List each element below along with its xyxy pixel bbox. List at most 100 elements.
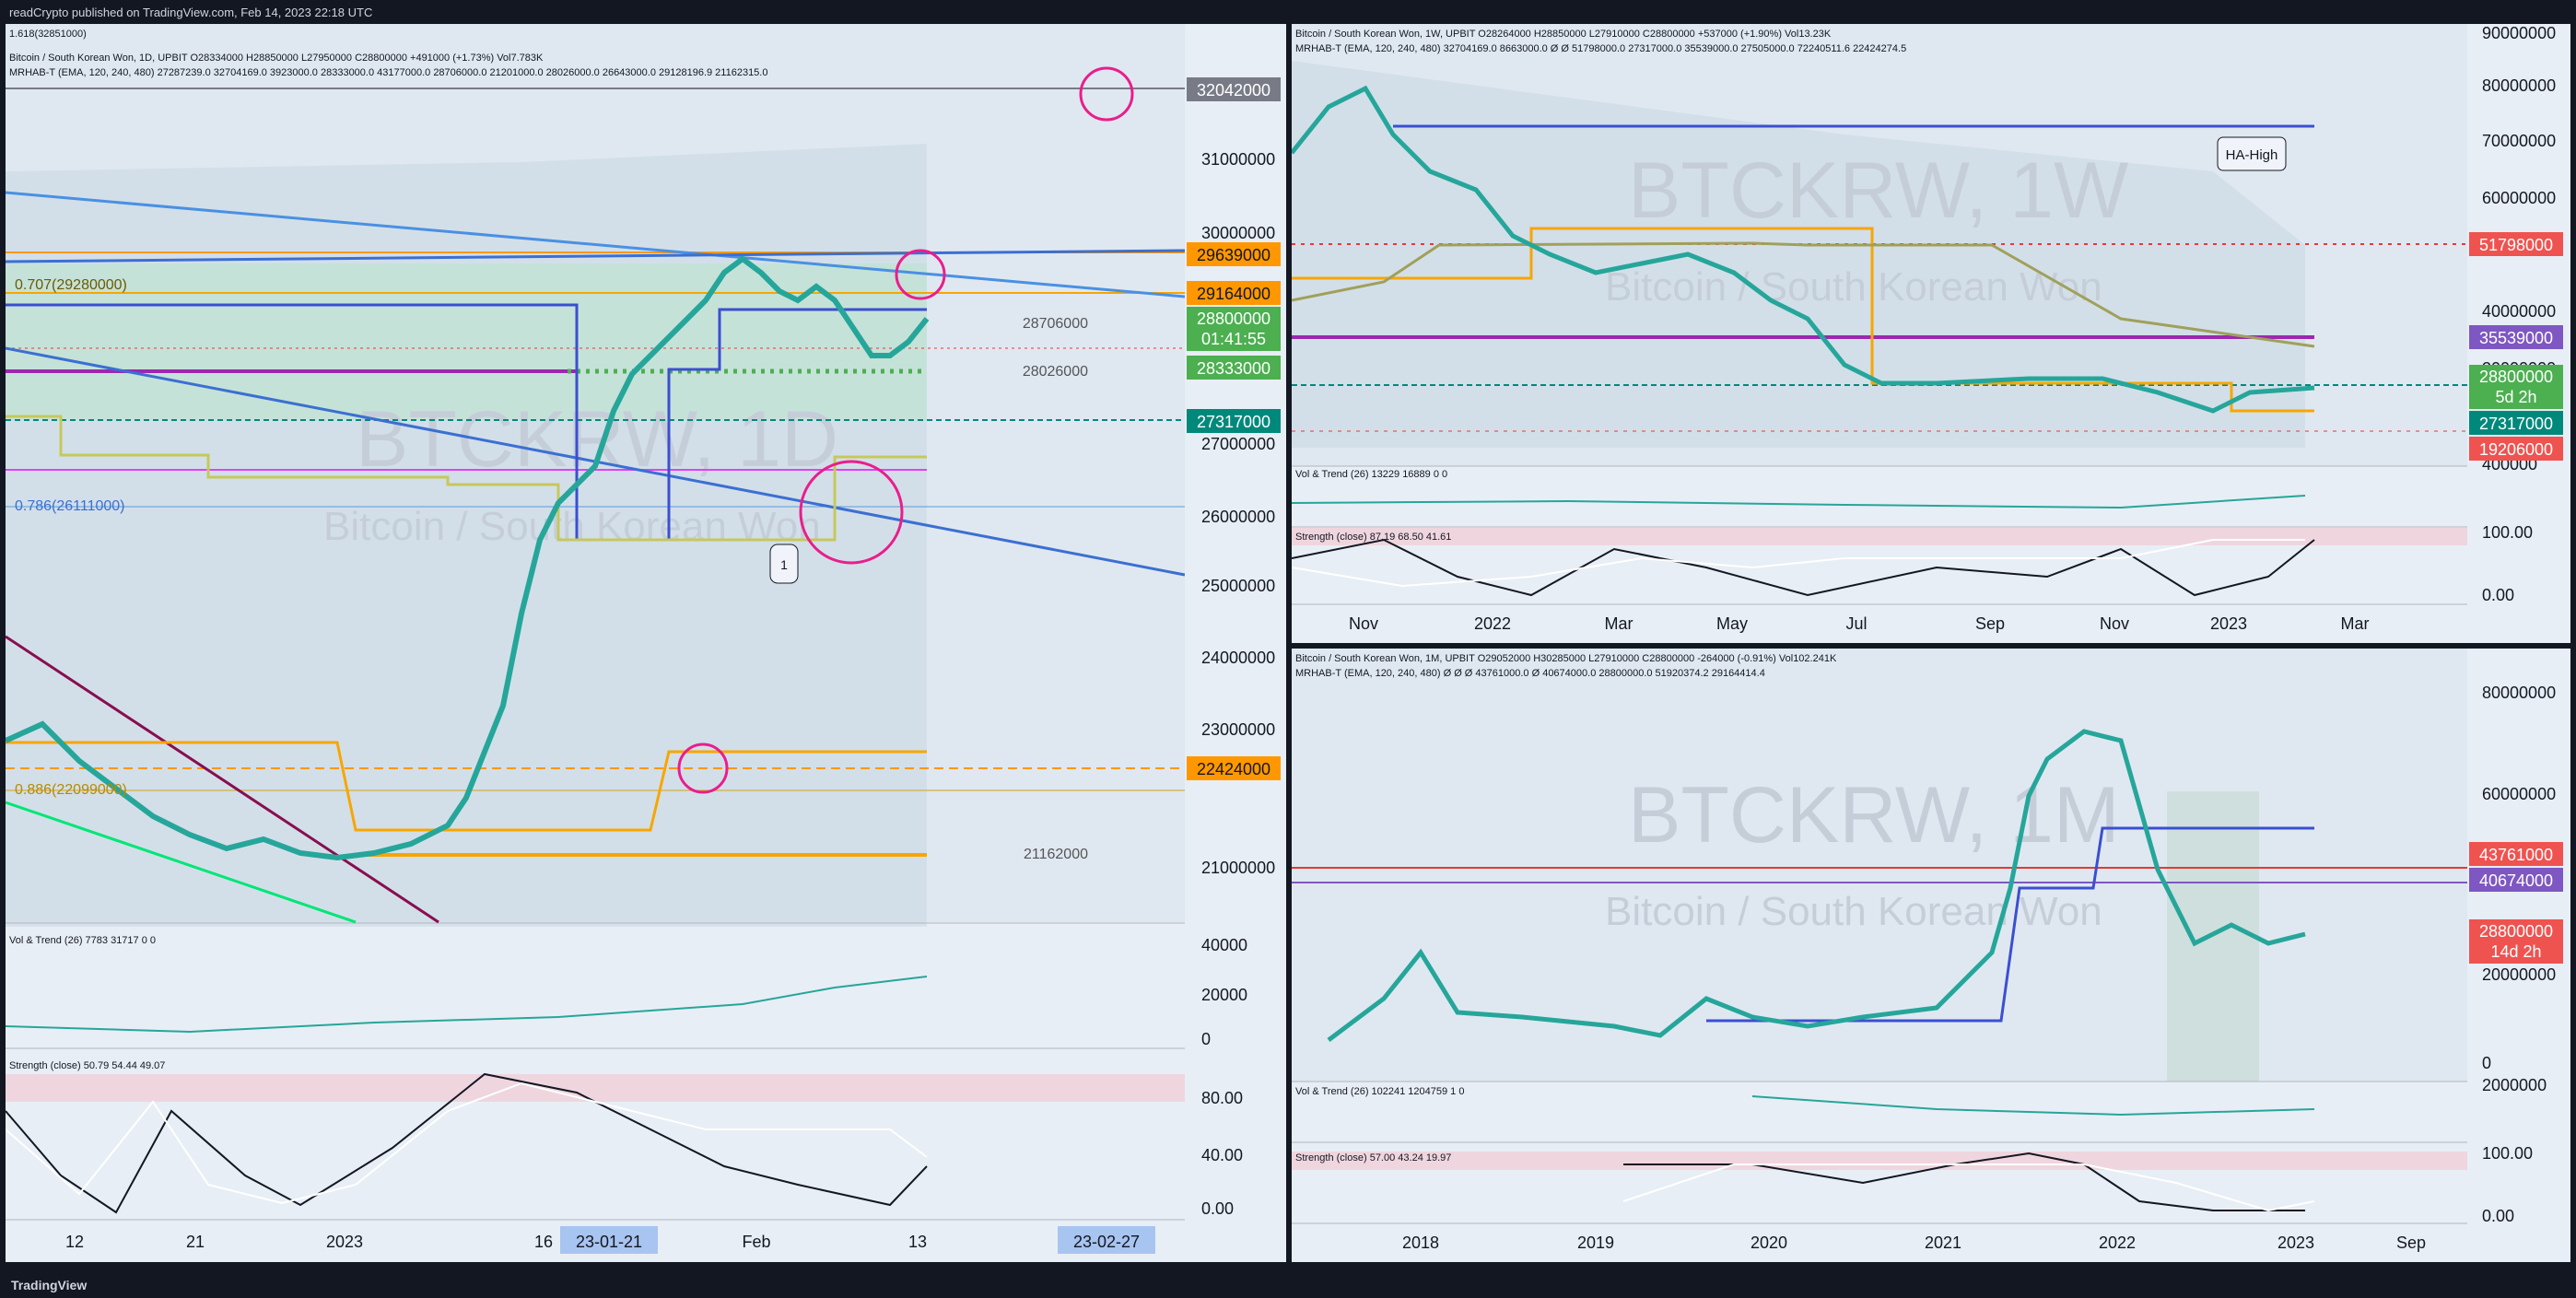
axis-tick: 23000000 [1201, 720, 1275, 739]
weekly-chart-pane[interactable]: BTCKRW, 1W Bitcoin / South Korean Won Bi… [1292, 24, 2570, 643]
ha-high-label: HA-High [2226, 147, 2278, 163]
axis-tick: 27000000 [1201, 435, 1275, 453]
watermark: BTCKRW, 1W [1628, 146, 2128, 235]
axis-tick: 21000000 [1201, 859, 1275, 877]
strength-tick: 0.00 [2482, 586, 2514, 604]
axis-tick: 80000000 [2482, 76, 2556, 95]
countdown-text: 14d 2h [2490, 942, 2541, 961]
fib-label: 0.786(26111000) [15, 498, 125, 514]
time-tick: 2019 [1577, 1234, 1614, 1252]
vol-trend-line [1292, 495, 2306, 509]
axis-tick: 80000000 [2482, 684, 2556, 702]
watermark: BTCKRW, 1M [1628, 771, 2120, 859]
time-tick: May [1716, 614, 1748, 633]
vol-trend-line [6, 976, 928, 1034]
time-tick: Sep [1975, 614, 2005, 633]
axis-tick: 60000000 [2482, 189, 2556, 207]
price-label-text: 29639000 [1197, 246, 1270, 264]
strength-tick: 0.00 [1201, 1199, 1234, 1218]
inline-price: 28706000 [1023, 316, 1088, 332]
time-tick: Nov [1349, 614, 1378, 633]
vol-tick: 0 [1201, 1030, 1211, 1048]
axis-tick: 60000000 [2482, 785, 2556, 803]
strength-tick: 0.00 [2482, 1207, 2514, 1225]
time-tick: 21 [186, 1233, 205, 1251]
strength-tick: 40.00 [1201, 1146, 1243, 1164]
time-tick: 2023 [2277, 1234, 2314, 1252]
inline-price: 21162000 [1024, 847, 1088, 862]
watermark-sub: Bitcoin / South Korean Won [1605, 264, 2102, 310]
price-label-text: 40674000 [2479, 871, 2553, 890]
time-highlight-text: 23-01-21 [576, 1233, 642, 1251]
legend-indicator: MRHAB-T (EMA, 120, 240, 480) Ø Ø Ø 43761… [1295, 668, 1765, 679]
time-tick: 2022 [2099, 1234, 2136, 1252]
time-tick: Nov [2100, 614, 2129, 633]
axis-tick: 31000000 [1201, 150, 1275, 169]
axis-tick: 25000000 [1201, 577, 1275, 595]
time-tick: Jul [1845, 614, 1867, 633]
vol-tick: 40000 [1201, 936, 1247, 954]
price-label-text: 35539000 [2479, 329, 2553, 347]
time-tick: 2022 [1474, 614, 1511, 633]
daily-chart-svg[interactable]: BTCKRW, 1D Bitcoin / South Korean Won 1 … [6, 24, 1286, 1262]
price-label-text: 51798000 [2479, 236, 2553, 254]
time-tick: 12 [65, 1233, 84, 1251]
time-highlight-text: 23-02-27 [1073, 1233, 1140, 1251]
time-tick: 2020 [1751, 1234, 1787, 1252]
axis-tick: 24000000 [1201, 649, 1275, 667]
strength-overbought-band [1292, 1152, 2467, 1170]
strength-overbought-band [1292, 527, 2467, 545]
axis-tick: 90000000 [2482, 24, 2556, 42]
axis-tick: 0 [2482, 1054, 2491, 1072]
legend-indicator: MRHAB-T (EMA, 120, 240, 480) 27287239.0 … [9, 67, 767, 78]
axis-tick: 30000000 [1201, 224, 1275, 242]
current-price-text: 28800000 [2479, 368, 2553, 386]
strength-tick: 100.00 [2482, 523, 2533, 542]
vol-legend: Vol & Trend (26) 7783 31717 0 0 [9, 935, 156, 946]
axis-tick: 20000000 [2482, 965, 2556, 984]
price-label-text: 32042000 [1197, 81, 1270, 99]
publish-info: readCrypto published on TradingView.com,… [9, 6, 373, 19]
daily-chart-pane[interactable]: BTCKRW, 1D Bitcoin / South Korean Won 1 … [6, 24, 1286, 1262]
footer-bar: TradingView [0, 1271, 2576, 1298]
publish-header: readCrypto published on TradingView.com,… [0, 0, 2576, 24]
legend-indicator: MRHAB-T (EMA, 120, 240, 480) 32704169.0 … [1295, 43, 1906, 54]
time-tick: Mar [2341, 614, 2370, 633]
vol-legend: Vol & Trend (26) 102241 1204759 1 0 [1295, 1086, 1464, 1097]
price-label-text: 22424000 [1197, 760, 1270, 778]
watermark-sub: Bitcoin / South Korean Won [1605, 889, 2102, 934]
axis-tick: 40000000 [2482, 302, 2556, 321]
current-price-text: 28800000 [1197, 310, 1270, 328]
weekly-chart-svg[interactable]: BTCKRW, 1W Bitcoin / South Korean Won Bi… [1292, 24, 2570, 643]
time-tick: 2021 [1925, 1234, 1961, 1252]
vol-legend: Vol & Trend (26) 13229 16889 0 0 [1295, 469, 1447, 480]
fib-label: 0.886(22099000) [15, 782, 127, 798]
price-axis[interactable] [1185, 24, 1286, 1262]
monthly-chart-pane[interactable]: BTCKRW, 1M Bitcoin / South Korean Won Bi… [1292, 649, 2570, 1262]
countdown-text: 01:41:55 [1201, 330, 1266, 348]
strength-tick: 80.00 [1201, 1089, 1243, 1107]
monthly-chart-svg[interactable]: BTCKRW, 1M Bitcoin / South Korean Won Bi… [1292, 649, 2570, 1262]
strength-legend: Strength (close) 87.19 68.50 41.61 [1295, 532, 1451, 543]
strength-signal-line [1622, 1164, 2315, 1212]
strength-legend: Strength (close) 57.00 43.24 19.97 [1295, 1152, 1451, 1164]
price-label-text: 43761000 [2479, 846, 2553, 864]
inline-price: 28026000 [1023, 364, 1088, 380]
price-label-text: 28333000 [1197, 359, 1270, 378]
time-tick: Feb [742, 1233, 770, 1251]
legend-series: Bitcoin / South Korean Won, 1W, UPBIT O2… [1295, 29, 1832, 40]
vol-trend-line [1751, 1095, 2315, 1117]
price-label-text: 27317000 [1197, 413, 1270, 431]
legend-series: Bitcoin / South Korean Won, 1D, UPBIT O2… [9, 53, 544, 64]
annotation-marker-label: 1 [780, 557, 788, 572]
strength-overbought-band [6, 1074, 1185, 1102]
current-price-text: 28800000 [2479, 922, 2553, 941]
time-tick: Mar [1605, 614, 1633, 633]
axis-tick: 26000000 [1201, 508, 1275, 526]
tradingview-logo[interactable]: TradingView [11, 1278, 87, 1292]
strength-line [1292, 538, 2315, 597]
fib-label: 0.707(29280000) [15, 277, 127, 293]
axis-tick: 2000000 [2482, 1076, 2547, 1094]
time-tick: 2023 [326, 1233, 363, 1251]
price-label-text: 29164000 [1197, 285, 1270, 303]
